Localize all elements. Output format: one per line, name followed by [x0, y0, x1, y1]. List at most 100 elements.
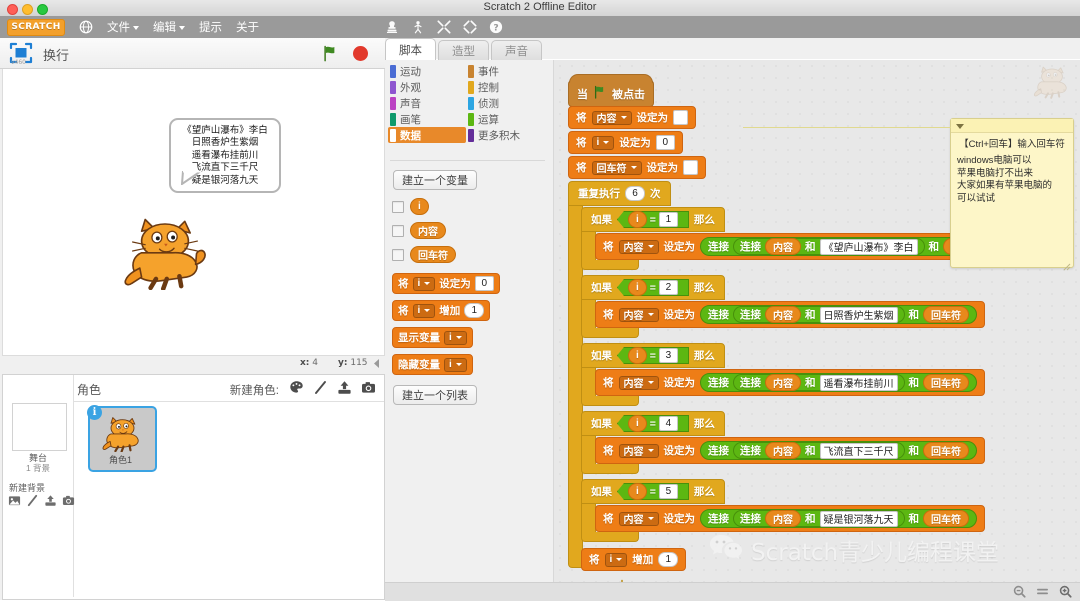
change-value-input[interactable]: 1 [658, 552, 678, 567]
choose-sprite-icon[interactable] [313, 380, 328, 395]
tab-costumes[interactable]: 造型 [438, 40, 489, 60]
variable-checkbox[interactable] [392, 249, 404, 261]
shrink-icon[interactable] [463, 20, 477, 34]
equals-right-input[interactable]: 4 [659, 416, 678, 431]
zoom-reset-icon[interactable] [1036, 585, 1049, 598]
paint-backdrop-icon[interactable] [26, 494, 39, 507]
variable-reporter-return[interactable]: 回车符 [923, 442, 969, 459]
collapse-arrow-icon[interactable] [373, 359, 381, 368]
make-list-button[interactable]: 建立一个列表 [393, 385, 477, 405]
comment-titlebar[interactable] [951, 119, 1073, 133]
variable-reporter-return[interactable]: 回车符 [923, 374, 969, 391]
set-variable-block[interactable]: 将 内容 设定为 连接 连接 内容 和 《望庐山瀑布》李白 和 回车符 [595, 233, 1005, 260]
join-inner[interactable]: 连接 内容 和 《望庐山瀑布》李白 [733, 238, 925, 255]
variable-dropdown[interactable]: i [444, 358, 467, 372]
join-text-input[interactable]: 疑是银河落九天 [820, 511, 898, 527]
variable-reporter[interactable]: i [410, 198, 429, 215]
upload-backdrop-icon[interactable] [44, 494, 57, 507]
paint-new-sprite-icon[interactable] [289, 380, 304, 395]
join-inner[interactable]: 连接 内容 和 日照香炉生紫烟 [733, 306, 905, 323]
variable-dropdown[interactable]: i [413, 304, 436, 318]
equals-right-input[interactable]: 2 [659, 280, 678, 295]
set-variable-block[interactable]: 将 i 设定为 0 [568, 131, 683, 154]
palette-variable-i[interactable]: i [392, 198, 429, 215]
equals-operator[interactable]: i = 1 [617, 211, 689, 228]
category-events[interactable]: 事件 [466, 63, 544, 79]
variable-dropdown[interactable]: 内容 [619, 308, 659, 322]
block-set-content-1[interactable]: 将 内容 设定为 连接 连接 内容 和 《望庐山瀑布》李白 和 回车符 [595, 233, 1005, 260]
variable-dropdown[interactable]: i [413, 277, 436, 291]
menu-item-tips[interactable]: 提示 [199, 19, 222, 35]
set-variable-block[interactable]: 将 内容 设定为 连接 连接 内容 和 遥看瀑布挂前川 和 回车符 [595, 369, 985, 396]
equals-right-input[interactable]: 1 [659, 212, 678, 227]
category-control[interactable]: 控制 [466, 79, 544, 95]
category-data[interactable]: 数据 [388, 127, 466, 143]
join-outer[interactable]: 连接 连接 内容 和 遥看瀑布挂前川 和 回车符 [700, 373, 977, 392]
if-header[interactable]: 如果 i = 2 那么 [581, 275, 725, 300]
variable-reporter-content[interactable]: 内容 [765, 238, 801, 255]
variable-checkbox[interactable] [392, 225, 404, 237]
zoom-in-icon[interactable] [1059, 585, 1072, 598]
variable-dropdown[interactable]: i [592, 136, 615, 150]
set-value-input[interactable]: 0 [656, 135, 675, 150]
variable-checkbox[interactable] [392, 201, 404, 213]
set-variable-block[interactable]: 将 内容 设定为 连接 连接 内容 和 日照香炉生紫烟 和 回车符 [595, 301, 985, 328]
variable-dropdown[interactable]: 内容 [592, 111, 632, 125]
stop-icon[interactable] [353, 46, 368, 61]
repeat-header[interactable]: 重复执行 6 次 [568, 181, 671, 206]
make-variable-button[interactable]: 建立一个变量 [393, 170, 477, 190]
join-outer[interactable]: 连接 连接 内容 和 日照香炉生紫烟 和 回车符 [700, 305, 977, 324]
variable-reporter-i[interactable]: i [628, 415, 647, 432]
join-text-input[interactable]: 遥看瀑布挂前川 [820, 375, 898, 391]
camera-sprite-icon[interactable] [361, 380, 376, 395]
stage-thumbnail[interactable] [12, 403, 67, 451]
script-comment[interactable]: 【Ctrl+回车】输入回车符 windows电脑可以 苹果电脑打不出来 大家如果… [950, 118, 1074, 268]
set-value-input[interactable] [683, 160, 698, 175]
variable-reporter-return[interactable]: 回车符 [923, 306, 969, 323]
variable-dropdown[interactable]: i [605, 553, 628, 567]
palette-variable-return[interactable]: 回车符 [392, 246, 456, 263]
if-header[interactable]: 如果 i = 4 那么 [581, 411, 725, 436]
block-set-content-empty[interactable]: 将 内容 设定为 [568, 106, 696, 129]
help-icon[interactable]: ? [489, 20, 503, 34]
block-set-content-4[interactable]: 将 内容 设定为 连接 连接 内容 和 飞流直下三千尺 和 回车符 [595, 437, 985, 464]
equals-operator[interactable]: i = 3 [617, 347, 689, 364]
category-motion[interactable]: 运动 [388, 63, 466, 79]
category-looks[interactable]: 外观 [388, 79, 466, 95]
expand-icon[interactable] [437, 20, 451, 34]
comment-body[interactable]: windows电脑可以 苹果电脑打不出来 大家如果有苹果电脑的 可以试试 [957, 155, 1069, 205]
scratch-logo[interactable]: SCRATCH [7, 19, 65, 36]
tab-scripts[interactable]: 脚本 [385, 38, 436, 60]
if-header[interactable]: 如果 i = 5 那么 [581, 479, 725, 504]
change-variable-block[interactable]: 将 i 增加 1 [581, 548, 686, 571]
block-set-content-5[interactable]: 将 内容 设定为 连接 连接 内容 和 疑是银河落九天 和 回车符 [595, 505, 985, 532]
set-variable-block[interactable]: 将 内容 设定为 连接 连接 内容 和 飞流直下三千尺 和 回车符 [595, 437, 985, 464]
join-inner[interactable]: 连接 内容 和 飞流直下三千尺 [733, 442, 905, 459]
camera-backdrop-icon[interactable] [62, 494, 75, 507]
palette-block-set-variable[interactable]: 将 i 设定为 0 [392, 273, 500, 294]
comment-collapse-icon[interactable] [956, 124, 964, 129]
variable-reporter-return[interactable]: 回车符 [923, 510, 969, 527]
palette-variable-content[interactable]: 内容 [392, 222, 446, 239]
tab-sounds[interactable]: 声音 [491, 40, 542, 60]
variable-reporter-content[interactable]: 内容 [765, 374, 801, 391]
set-variable-block[interactable]: 将 回车符 设定为 [568, 156, 706, 179]
variable-reporter-content[interactable]: 内容 [765, 306, 801, 323]
if-header[interactable]: 如果 i = 3 那么 [581, 343, 725, 368]
set-value-input[interactable]: 0 [475, 276, 494, 291]
palette-block-hide-variable[interactable]: 隐藏变量 i [392, 354, 473, 375]
equals-operator[interactable]: i = 5 [617, 483, 689, 500]
variable-dropdown[interactable]: 内容 [619, 444, 659, 458]
menu-item-edit[interactable]: 编辑 [153, 19, 185, 35]
category-more-blocks[interactable]: 更多积木 [466, 127, 544, 143]
equals-right-input[interactable]: 3 [659, 348, 678, 363]
category-sound[interactable]: 声音 [388, 95, 466, 111]
block-set-return-empty[interactable]: 将 回车符 设定为 [568, 156, 706, 179]
category-operators[interactable]: 运算 [466, 111, 544, 127]
zoom-out-icon[interactable] [1013, 585, 1026, 598]
when-flag-clicked-block[interactable]: 当 被点击 [568, 80, 654, 107]
variable-reporter[interactable]: 回车符 [410, 246, 456, 263]
stamp-icon[interactable] [385, 20, 399, 34]
join-inner[interactable]: 连接 内容 和 遥看瀑布挂前川 [733, 374, 905, 391]
variable-dropdown[interactable]: 内容 [619, 512, 659, 526]
